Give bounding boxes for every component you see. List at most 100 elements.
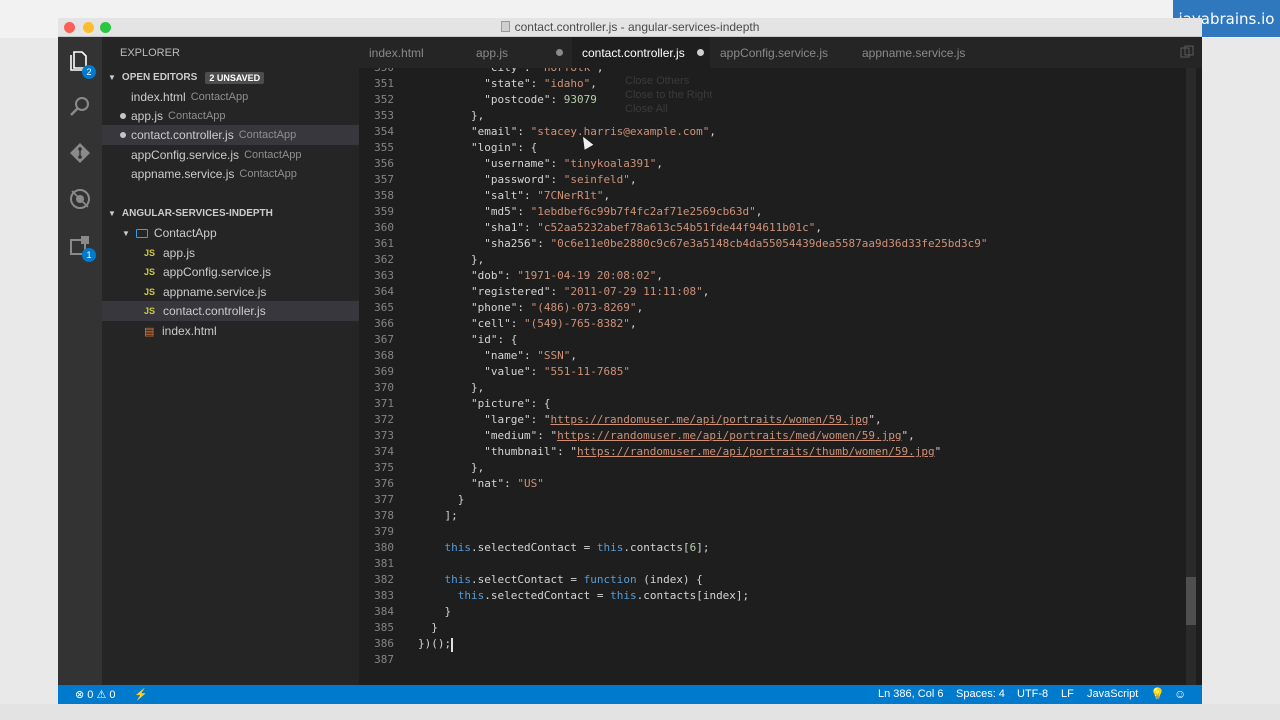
file-item[interactable]: JS app.js (102, 243, 359, 263)
code-line: 372 "large": "https://randomuser.me/api/… (359, 413, 1189, 429)
open-editor-item[interactable]: appConfig.service.js ContactApp (102, 145, 359, 165)
line-number: 384 (374, 605, 394, 618)
scrollbar-thumb[interactable] (1186, 577, 1196, 625)
line-number: 383 (374, 589, 394, 602)
code-line: 355 "login": { (359, 141, 1189, 157)
code-editor[interactable]: Close Others Close to the Right Close Al… (359, 68, 1202, 685)
line-number: 376 (374, 477, 394, 490)
encoding[interactable]: UTF-8 (1017, 688, 1048, 700)
line-number: 375 (374, 461, 394, 474)
window-title: contact.controller.js - angular-services… (514, 20, 760, 34)
tab-app-js[interactable]: app.js (466, 37, 568, 68)
code-text: } (418, 493, 465, 506)
code-text: "sha1": "c52aa5232abef78a613c54b51fde44f… (418, 221, 822, 234)
code-line: 387 (359, 653, 1189, 669)
code-line: 359 "md5": "1ebdbef6c99b7f4fc2af71e2569c… (359, 205, 1189, 221)
code-line: 374 "thumbnail": "https://randomuser.me/… (359, 445, 1189, 461)
debug-icon[interactable] (68, 187, 92, 211)
tab-label: contact.controller.js (582, 45, 685, 60)
tab-index-html[interactable]: index.html (359, 37, 464, 68)
tab-appconfig-service[interactable]: appConfig.service.js (710, 37, 847, 68)
open-editor-name: app.js (131, 109, 164, 123)
code-line: 373 "medium": "https://randomuser.me/api… (359, 429, 1189, 445)
code-text: }, (418, 461, 485, 474)
vscode-window: contact.controller.js - angular-services… (58, 18, 1202, 704)
line-number: 368 (374, 349, 394, 362)
code-line: 379 (359, 525, 1189, 541)
file-item-active[interactable]: JS contact.controller.js (102, 301, 359, 321)
line-number: 354 (374, 125, 394, 138)
code-line: 351 "state": "idaho", (359, 77, 1189, 93)
file-item[interactable]: JS appname.service.js (102, 282, 359, 302)
code-text: "thumbnail": "https://randomuser.me/api/… (418, 445, 942, 458)
file-name: app.js (163, 246, 196, 260)
folder-item[interactable]: ▼ ContactApp (102, 223, 359, 243)
file-name: appConfig.service.js (163, 265, 272, 279)
code-line: 350 "city": "norfolk", (359, 68, 1189, 77)
open-editor-desc: ContactApp (244, 149, 302, 161)
cursor-position[interactable]: Ln 386, Col 6 (878, 688, 943, 700)
code-text: this.selectContact = function (index) { (444, 573, 703, 586)
open-editors-header[interactable]: ▼ OPEN EDITORS 2 UNSAVED (102, 68, 359, 87)
open-editor-item[interactable]: app.js ContactApp (102, 106, 359, 126)
line-number: 353 (374, 109, 394, 122)
explorer-sidebar: EXPLORER ▼ OPEN EDITORS 2 UNSAVED index.… (102, 37, 359, 685)
js-file-icon: JS (144, 287, 156, 297)
open-changes-icon[interactable] (1180, 45, 1194, 59)
code-text: "md5": "1ebdbef6c99b7f4fc2af71e2569cb63d… (418, 205, 763, 218)
code-text: "dob": "1971-04-19 20:08:02", (418, 269, 664, 282)
line-ending[interactable]: LF (1061, 688, 1074, 700)
code-text: } (418, 605, 452, 618)
code-line: 386})(); (359, 637, 1189, 653)
lightbulb-icon[interactable]: 💡 (1150, 687, 1165, 701)
window-title-wrap: contact.controller.js - angular-services… (58, 20, 1202, 34)
js-file-icon: JS (144, 267, 156, 277)
open-editor-item[interactable]: index.html ContactApp (102, 87, 359, 107)
tab-appname-service[interactable]: appname.service.js (852, 37, 989, 68)
line-number: 351 (374, 77, 394, 90)
code-line: 375 }, (359, 461, 1189, 477)
code-text: })(); (418, 637, 452, 650)
code-line: 357 "password": "seinfeld", (359, 173, 1189, 189)
language-mode[interactable]: JavaScript (1087, 688, 1138, 700)
explorer-title: EXPLORER (120, 47, 180, 59)
errors-indicator[interactable]: ⊗ 0 ⚠ 0 (75, 688, 116, 701)
code-text: "value": "551-11-7685" (418, 365, 630, 378)
indentation[interactable]: Spaces: 4 (956, 688, 1005, 700)
line-number: 382 (374, 573, 394, 586)
code-line: 377 } (359, 493, 1189, 509)
file-item[interactable]: ▤ index.html (102, 321, 359, 341)
tab-contact-controller[interactable]: contact.controller.js (572, 37, 710, 68)
editor-tab-bar: index.html app.js contact.controller.js … (359, 37, 1202, 68)
git-branch-icon[interactable] (68, 141, 92, 165)
open-editor-item-active[interactable]: contact.controller.js ContactApp (102, 125, 359, 145)
warning-count: 0 (109, 689, 116, 701)
code-text: "sha256": "0c6e11e0be2880c9c67e3a5148cb4… (418, 237, 988, 250)
smiley-feedback-icon[interactable]: ☺ (1174, 687, 1186, 701)
code-text: "city": "norfolk", (418, 68, 603, 74)
line-number: 381 (374, 557, 394, 570)
code-line: 354 "email": "stacey.harris@example.com"… (359, 125, 1189, 141)
search-icon[interactable] (68, 95, 92, 119)
error-count: 0 (87, 689, 94, 701)
project-label: ANGULAR-SERVICES-INDEPTH (121, 208, 273, 219)
code-line: 367 "id": { (359, 333, 1189, 349)
lightning-icon[interactable]: ⚡ (134, 688, 148, 701)
unsaved-dot-icon (120, 113, 126, 119)
file-item[interactable]: JS appConfig.service.js (102, 262, 359, 282)
unsaved-dot-icon (696, 49, 704, 56)
title-bar: contact.controller.js - angular-services… (58, 18, 1202, 37)
code-text: "picture": { (418, 397, 551, 410)
code-text: "cell": "(549)-765-8382", (418, 317, 637, 330)
line-number: 359 (374, 205, 394, 218)
folder-name: ContactApp (153, 226, 217, 240)
open-editor-item[interactable]: appname.service.js ContactApp (102, 164, 359, 184)
file-name: appname.service.js (163, 285, 267, 299)
open-editors-label: OPEN EDITORS (121, 72, 198, 83)
code-text: "password": "seinfeld", (418, 173, 637, 186)
project-header[interactable]: ▼ ANGULAR-SERVICES-INDEPTH (102, 204, 359, 223)
tab-label: appConfig.service.js (720, 45, 829, 60)
code-text: "postcode": 93079 (418, 93, 597, 106)
code-line: 380 this.selectedContact = this.contacts… (359, 541, 1189, 557)
line-number: 387 (374, 653, 394, 666)
